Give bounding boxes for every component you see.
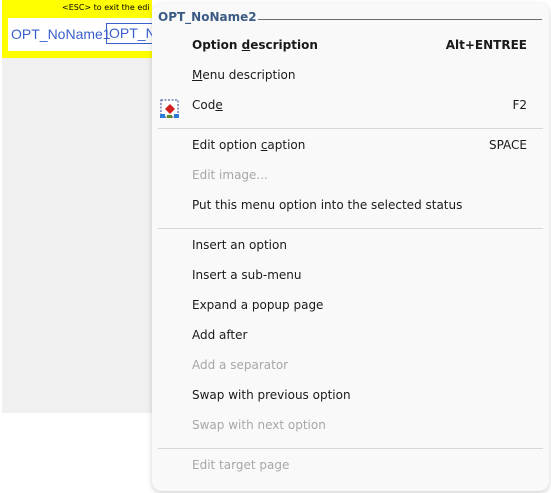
menu-item-shortcut: Alt+ENTREE (445, 38, 527, 52)
menu-item-6[interactable]: Insert an option (192, 236, 287, 254)
menu-item-mnemonic: e (215, 98, 223, 112)
menu-item-label-rest: escription (250, 38, 318, 52)
menu-item-2[interactable]: Code (192, 96, 223, 114)
menu-item-13: Edit target page (192, 456, 289, 474)
menu-separator (158, 448, 543, 449)
menu-item-label: Edit option (192, 138, 261, 152)
menu-item-shortcut: F2 (512, 98, 527, 112)
menu-item-label: Edit image... (192, 168, 268, 182)
menu-item-label: Insert an option (192, 238, 287, 252)
menu-item-label: Swap with next option (192, 418, 326, 432)
menu-item-3[interactable]: Edit option caption (192, 136, 305, 154)
menu-item-9[interactable]: Add after (192, 326, 247, 344)
menu-item-11[interactable]: Swap with previous option (192, 386, 351, 404)
menu-item-label: Put this menu option into the selected s… (192, 198, 463, 212)
menu-item-label: Add after (192, 328, 248, 342)
menu-item-label: Add a separator (192, 358, 289, 372)
esc-hint-text: <ESC> to exit the edi (62, 3, 150, 12)
menu-editor-area (2, 0, 152, 413)
menu-item-label-rest: enu description (202, 68, 296, 82)
menu-item-shortcut: SPACE (488, 138, 527, 152)
context-menu: OPT_NoName2 Option description Alt+ENTREE… (152, 3, 549, 491)
menu-item-label: Option (192, 38, 242, 52)
menu-separator (158, 128, 543, 129)
menu-item-1[interactable]: Menu description (192, 66, 296, 84)
menu-item-0[interactable]: Option description (192, 36, 318, 54)
menubar-option-1[interactable]: OPT_NoName1 (11, 25, 111, 43)
menu-item-4: Edit image... (192, 166, 268, 184)
menu-item-12: Swap with next option (192, 416, 326, 434)
menu-item-label: Expand a popup page (192, 298, 324, 312)
menu-item-7[interactable]: Insert a sub-menu (192, 266, 302, 284)
menu-item-label: Swap with previous option (192, 388, 351, 402)
menu-item-label: Cod (192, 98, 216, 112)
menu-item-10: Add a separator (192, 356, 288, 374)
menu-item-8[interactable]: Expand a popup page (192, 296, 323, 314)
menu-item-label-rest: aption (267, 138, 306, 152)
context-menu-title: OPT_NoName2 (158, 10, 257, 24)
menu-item-5[interactable]: Put this menu option into the selected s… (192, 196, 462, 214)
menu-item-mnemonic: M (192, 68, 203, 82)
menu-item-mnemonic: d (241, 38, 251, 52)
code-editor-icon (160, 99, 179, 118)
title-divider (258, 19, 542, 20)
menu-item-label: Edit target page (192, 458, 290, 472)
menu-item-label: Insert a sub-menu (192, 268, 302, 282)
menu-separator (158, 228, 543, 229)
menubar-option-2-selected[interactable]: OPT_NoName2 (106, 23, 156, 44)
